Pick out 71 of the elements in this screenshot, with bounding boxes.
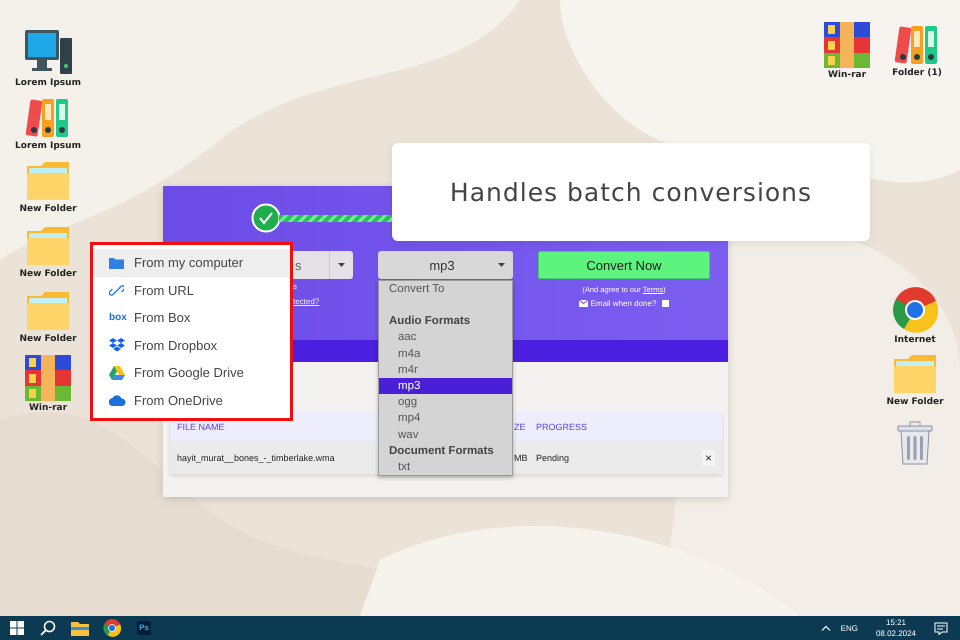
browser-icon[interactable] [103,619,121,637]
file-explorer-icon[interactable] [71,620,89,636]
archive-icon [25,355,71,401]
menu-item[interactable]: From Google Drive [93,359,290,386]
icon-label[interactable]: Lorem Ipsum [15,141,81,151]
icon-label[interactable]: Folder (1) [892,68,942,78]
email-checkbox[interactable] [662,300,670,307]
icon-label[interactable]: New Folder [19,334,77,344]
box-logo: box [109,312,127,324]
format-option[interactable]: m4a [379,346,512,362]
icon-label[interactable]: Win-rar [28,403,68,413]
chevron-up-icon[interactable] [820,625,831,631]
icon-label[interactable]: Internet [894,335,936,345]
menu-item[interactable]: box From Box [93,304,290,332]
clock-date[interactable]: 08.02.2024 [876,628,916,639]
search-icon[interactable] [40,620,56,636]
table-cell: hayit_murat__bones_-_timberlake.wma [177,452,335,462]
convert-button[interactable]: Convert Now [538,251,710,279]
clock-time[interactable]: 15:21 [886,617,906,628]
format-option[interactable]: m4r [379,362,512,378]
language-indicator[interactable]: ENG [840,624,858,632]
link-icon [109,282,124,298]
icon-label[interactable]: Win-rar [828,70,866,80]
column-header: FILE NAME [177,422,225,432]
callout-text: Handles batch conversions [450,178,812,206]
folder-icon [25,225,71,267]
format-option[interactable]: ogg [379,394,512,410]
menu-item[interactable]: From my computer [93,249,290,276]
column-header: ZE [514,422,526,432]
help-link[interactable]: tected? [293,297,353,307]
menu-item[interactable]: From OneDrive [93,386,290,414]
dropdown-header: Convert To [388,282,446,297]
folder-icon [892,353,938,395]
format-option[interactable]: aac [379,329,512,346]
format-option[interactable]: txt [379,459,512,476]
icon-label[interactable]: Lorem Ipsum [15,78,81,88]
source-select[interactable]: s [293,251,353,279]
group-label: Document Formats [388,444,495,459]
archive-icon [824,22,870,68]
caret-icon [498,263,505,267]
notification-icon[interactable] [934,622,948,634]
photo-editor-icon[interactable]: Ps [137,621,151,635]
caret-icon [338,263,345,267]
menu-item[interactable]: From URL [93,276,290,304]
folder-icon [25,160,71,202]
email-label: Email when done? [590,299,656,308]
note-text: s [293,282,298,292]
table-cell: Pending [536,452,570,462]
format-option[interactable]: mp3 [379,378,512,394]
folder-icon [25,290,71,332]
check-icon [251,203,281,233]
cloud-icon [109,394,126,406]
remove-button[interactable]: × [702,450,715,466]
mail-icon [578,300,588,307]
drive-icon [109,366,125,380]
format-option[interactable]: wav [379,426,512,443]
folder-icon [109,256,124,269]
icon-label[interactable]: New Folder [19,269,77,279]
group-label: Audio Formats [388,314,472,330]
icon-label[interactable]: New Folder [19,204,77,214]
computer-icon [23,28,73,76]
format-option[interactable]: mp4 [379,410,512,427]
icon-label[interactable]: New Folder [886,397,944,407]
dropbox-icon [109,338,125,352]
browser-icon [892,287,938,333]
column-header: PROGRESS [536,422,588,432]
format-select[interactable]: mp3 [378,251,513,279]
trash-icon [895,420,935,466]
windows-start-icon[interactable] [10,621,24,635]
menu-item[interactable]: From Dropbox [93,332,290,359]
table-cell: MB [514,452,528,462]
